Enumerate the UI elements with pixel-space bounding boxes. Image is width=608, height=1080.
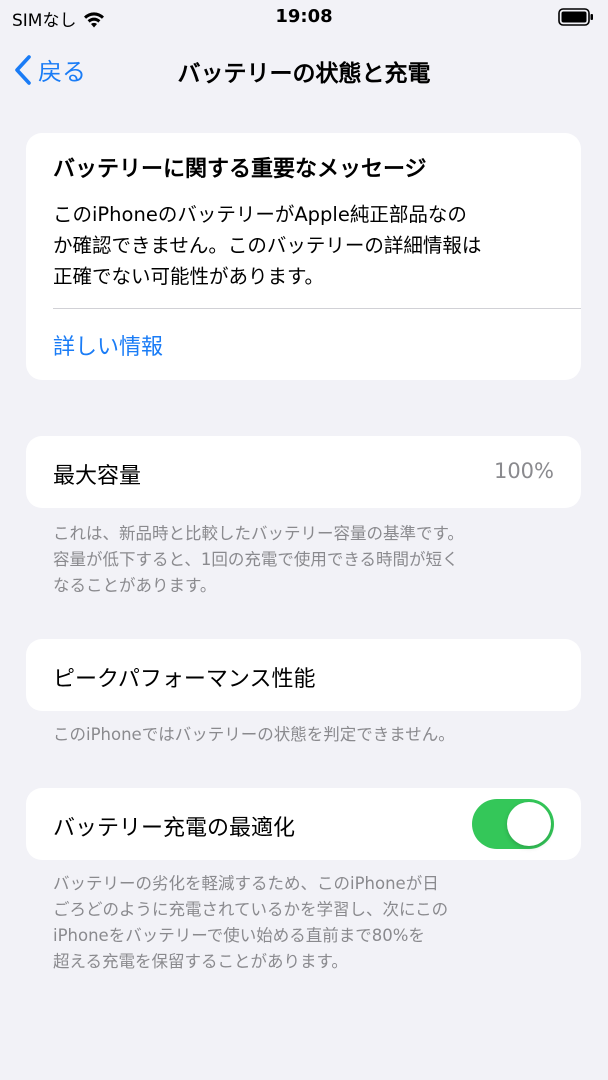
page-title: バッテリーの状態と充電 [177, 61, 431, 87]
optimized-charging-footnote: バッテリーの劣化を軽減するため、このiPhoneが日 ごろどのように充電されてい… [53, 871, 553, 975]
peak-performance-row: ピークパフォーマンス性能 [26, 639, 581, 711]
maximum-capacity-value: 100% [493, 459, 554, 483]
footnote-line: これは、新品時と比較したバッテリー容量の基準です。 [53, 524, 464, 543]
optimized-charging-row: バッテリー充電の最適化 [26, 788, 581, 860]
battery-icon [558, 8, 593, 26]
toggle-knob [507, 802, 551, 846]
status-time: 19:08 [275, 6, 333, 27]
message-title: バッテリーに関する重要なメッセージ [53, 157, 427, 182]
divider [53, 308, 581, 309]
message-body-line: 正確でない可能性があります。 [53, 265, 325, 288]
battery-message-card: バッテリーに関する重要なメッセージ このiPhoneのバッテリーがApple純正… [26, 133, 581, 380]
footnote-line: ごろどのように充電されているかを学習し、次にこの [53, 900, 449, 919]
footnote-line: 超える充電を保留することがあります。 [53, 952, 348, 971]
message-body-line: か確認できません。このバッテリーの詳細情報は [53, 234, 482, 257]
message-body-line: このiPhoneのバッテリーがApple純正部品なの [53, 203, 467, 226]
learn-more-link[interactable]: 詳しい情報 [53, 329, 163, 361]
peak-performance-footnote: このiPhoneではバッテリーの状態を判定できません。 [53, 725, 455, 744]
capacity-footnote: これは、新品時と比較したバッテリー容量の基準です。 容量が低下すると、1回の充電… [53, 521, 553, 599]
optimized-charging-label: バッテリー充電の最適化 [53, 816, 296, 841]
footnote-line: 容量が低下すると、1回の充電で使用できる時間が短く [53, 550, 459, 569]
optimized-charging-toggle[interactable] [472, 799, 554, 849]
maximum-capacity-row: 最大容量 100% [26, 436, 581, 508]
footnote-line: バッテリーの劣化を軽減するため、このiPhoneが日 [53, 874, 439, 893]
maximum-capacity-label: 最大容量 [53, 464, 142, 489]
message-body: このiPhoneのバッテリーがApple純正部品なの か確認できません。このバッ… [53, 199, 558, 292]
navigation-bar: 戻る バッテリーの状態と充電 [0, 40, 608, 96]
status-bar: SIMなし 19:08 [0, 0, 608, 34]
footnote-line: iPhoneをバッテリーで使い始める直前まで80%を [53, 926, 425, 945]
footnote-line: なることがあります。 [53, 576, 217, 595]
peak-performance-label: ピークパフォーマンス性能 [53, 667, 316, 692]
